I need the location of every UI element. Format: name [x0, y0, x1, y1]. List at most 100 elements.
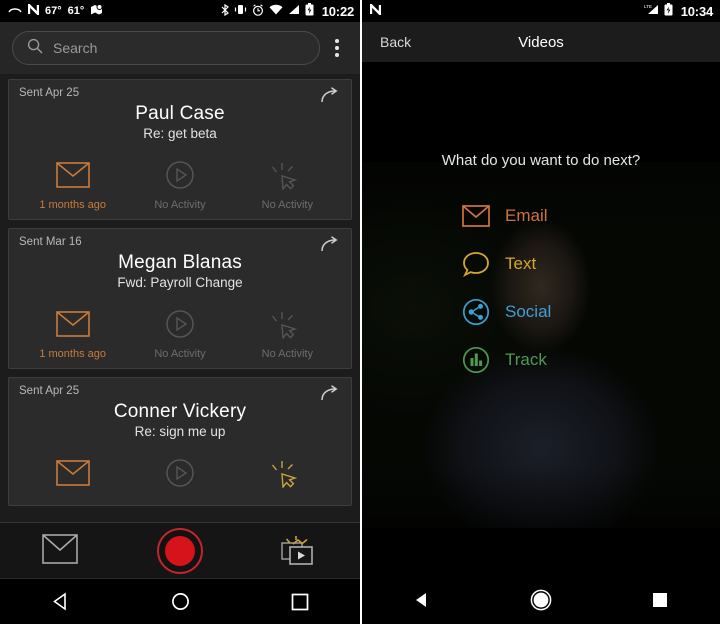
- reply-forward-icon[interactable]: [319, 236, 341, 256]
- recents-square-icon[interactable]: [630, 577, 690, 623]
- video-player-area[interactable]: What do you want to do next? Email Text: [362, 62, 720, 624]
- recents-square-icon[interactable]: [270, 579, 330, 624]
- cursor-click-icon: [271, 157, 303, 193]
- left-phone-screen: 67° 61° 10:22 Search Sent Apr 25 Paul Ca…: [0, 0, 360, 624]
- left-clock: 10:22: [321, 3, 354, 19]
- envelope-icon: [461, 201, 491, 231]
- card-subject: Re: sign me up: [134, 424, 226, 439]
- share-node-icon: [461, 297, 491, 327]
- back-triangle-icon[interactable]: [30, 579, 90, 624]
- envelope-icon: [55, 157, 90, 193]
- card-sent-date: Sent Apr 25: [19, 87, 80, 99]
- cursor-click-icon: [271, 455, 303, 491]
- stat-label: No Activity: [261, 348, 313, 360]
- bar-chart-icon: [461, 345, 491, 375]
- stat-email[interactable]: 1 months ago: [19, 306, 126, 360]
- stat-click[interactable]: No Activity: [234, 306, 341, 360]
- stat-view[interactable]: [126, 455, 233, 497]
- play-circle-icon: [165, 306, 195, 342]
- cursor-click-icon: [271, 306, 303, 342]
- page-title: Videos: [518, 33, 564, 51]
- menu-label-email: Email: [505, 206, 548, 225]
- table-row[interactable]: Sent Mar 16 Megan Blanas Fwd: Payroll Ch…: [8, 228, 352, 369]
- battery-charging-icon: [664, 2, 673, 20]
- next-action-overlay: What do you want to do next? Email Text: [362, 62, 720, 624]
- video-library-button[interactable]: [240, 532, 360, 570]
- record-dot: [165, 535, 195, 566]
- play-circle-icon: [165, 455, 195, 491]
- overflow-menu-icon[interactable]: [320, 28, 354, 68]
- overlay-question: What do you want to do next?: [441, 152, 641, 169]
- card-activity-stats: 1 months ago No Activity No Activity: [19, 157, 341, 211]
- call-end-icon: [8, 5, 22, 18]
- card-contact-name: Paul Case: [135, 103, 225, 124]
- bottom-action-bar: [0, 522, 360, 578]
- nova-launcher-icon: [369, 2, 382, 19]
- stat-view[interactable]: No Activity: [126, 306, 233, 360]
- alarm-icon: [252, 3, 264, 19]
- menu-item-track[interactable]: Track: [461, 345, 621, 375]
- search-bar-row: Search: [0, 22, 360, 74]
- home-circle-icon[interactable]: [150, 579, 210, 624]
- wifi-icon: [269, 4, 283, 18]
- card-contact-name: Conner Vickery: [113, 401, 247, 422]
- stat-email[interactable]: [19, 455, 126, 497]
- menu-item-email[interactable]: Email: [461, 201, 621, 231]
- svg-text:LTE: LTE: [644, 4, 652, 9]
- speech-bubble-icon: [461, 249, 491, 279]
- left-android-nav-bar: [0, 578, 360, 624]
- stat-label: No Activity: [154, 348, 206, 360]
- menu-item-social[interactable]: Social: [461, 297, 621, 327]
- reply-forward-icon[interactable]: [319, 87, 341, 107]
- maps-icon: [90, 3, 103, 19]
- envelope-icon: [55, 455, 90, 491]
- battery-charging-icon: [305, 3, 314, 19]
- table-row[interactable]: Sent Apr 25 Paul Case Re: get beta 1 mon…: [8, 79, 352, 220]
- left-status-bar: 67° 61° 10:22: [0, 0, 360, 22]
- reply-forward-icon[interactable]: [319, 385, 341, 405]
- menu-label-track: Track: [505, 350, 547, 369]
- card-subject: Fwd: Payroll Change: [117, 275, 243, 290]
- bluetooth-icon: [221, 3, 229, 19]
- right-phone-screen: LTE 10:34 Back Videos What do you want t…: [360, 0, 720, 624]
- weather-low-temp: 61°: [67, 5, 85, 17]
- stat-view[interactable]: No Activity: [126, 157, 233, 211]
- stat-label: No Activity: [261, 199, 313, 211]
- card-contact-name: Megan Blanas: [118, 252, 242, 273]
- stat-label: 1 months ago: [39, 199, 106, 211]
- search-input[interactable]: Search: [12, 31, 320, 65]
- right-status-bar: LTE 10:34: [362, 0, 720, 22]
- record-button-icon: [157, 527, 203, 574]
- right-title-bar: Back Videos: [362, 22, 720, 62]
- menu-item-text[interactable]: Text: [461, 249, 621, 279]
- stat-click[interactable]: No Activity: [234, 157, 341, 211]
- stat-label: 1 months ago: [39, 348, 106, 360]
- envelope-icon: [42, 533, 78, 568]
- stat-click[interactable]: [234, 455, 341, 497]
- menu-label-social: Social: [505, 302, 552, 321]
- stat-email[interactable]: 1 months ago: [19, 157, 126, 211]
- lte-signal-icon: LTE: [644, 3, 659, 19]
- dual-phone-screenshot: 67° 61° 10:22 Search Sent Apr 25 Paul Ca…: [0, 0, 720, 624]
- search-icon: [27, 38, 43, 58]
- card-subject: Re: get beta: [143, 126, 217, 141]
- signal-icon: [288, 4, 300, 18]
- card-activity-stats: [19, 455, 341, 497]
- table-row[interactable]: Sent Apr 25 Conner Vickery Re: sign me u…: [8, 377, 352, 506]
- card-sent-date: Sent Apr 25: [19, 385, 80, 397]
- menu-label-text: Text: [505, 254, 537, 273]
- record-button[interactable]: [120, 527, 240, 574]
- back-triangle-icon[interactable]: [392, 577, 452, 623]
- back-button[interactable]: Back: [362, 34, 411, 50]
- nova-launcher-icon: [27, 2, 40, 18]
- card-sent-date: Sent Mar 16: [19, 236, 82, 248]
- card-activity-stats: 1 months ago No Activity No Activity: [19, 306, 341, 360]
- home-circle-icon[interactable]: [511, 577, 571, 623]
- video-library-icon: [280, 532, 320, 570]
- search-placeholder: Search: [53, 40, 98, 56]
- weather-high-temp: 67°: [45, 5, 62, 17]
- vibrate-icon: [234, 4, 247, 18]
- envelope-icon: [55, 306, 90, 342]
- next-action-menu: Email Text Social Track: [461, 201, 621, 375]
- compose-email-button[interactable]: [0, 533, 120, 568]
